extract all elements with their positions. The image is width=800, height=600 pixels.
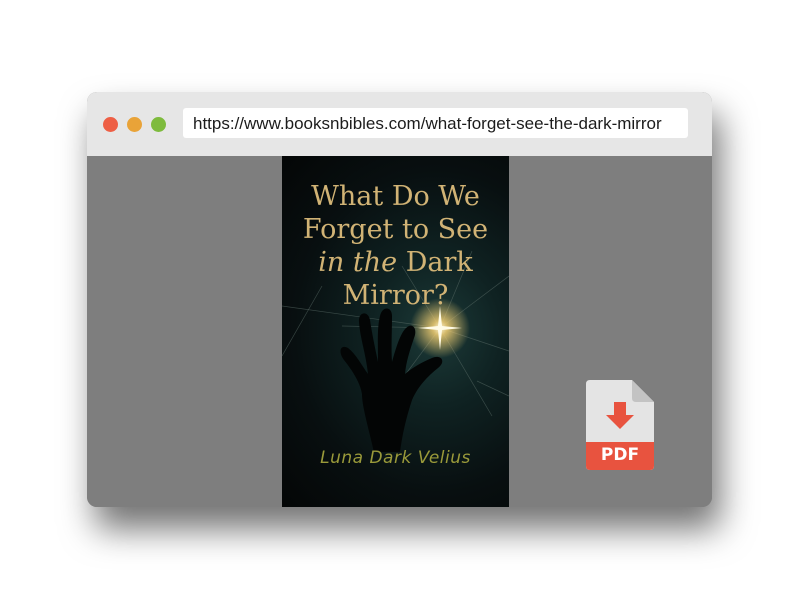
maximize-window-button[interactable] — [151, 117, 166, 132]
book-title-italic: in the — [318, 247, 398, 278]
minimize-window-button[interactable] — [127, 117, 142, 132]
close-window-button[interactable] — [103, 117, 118, 132]
book-author: Luna Dark Velius — [320, 448, 471, 468]
book-title: What Do We Forget to See in the Dark Mir… — [282, 180, 509, 312]
book-title-line-1: What Do We — [311, 181, 480, 212]
download-arrow-icon — [614, 402, 626, 416]
pdf-label: PDF — [600, 445, 640, 465]
browser-titlebar: https://www.booksnbibles.com/what-forget… — [87, 92, 712, 156]
address-bar[interactable]: https://www.booksnbibles.com/what-forget… — [183, 108, 688, 138]
book-title-dark: Dark — [405, 247, 473, 278]
book-title-line-2: Forget to See — [302, 214, 489, 245]
url-text: https://www.booksnbibles.com/what-forget… — [193, 114, 662, 133]
book-title-line-4: Mirror? — [342, 280, 449, 311]
book-cover[interactable]: What Do We Forget to See in the Dark Mir… — [282, 156, 509, 507]
book-title-line-3: in the Dark — [282, 246, 509, 279]
